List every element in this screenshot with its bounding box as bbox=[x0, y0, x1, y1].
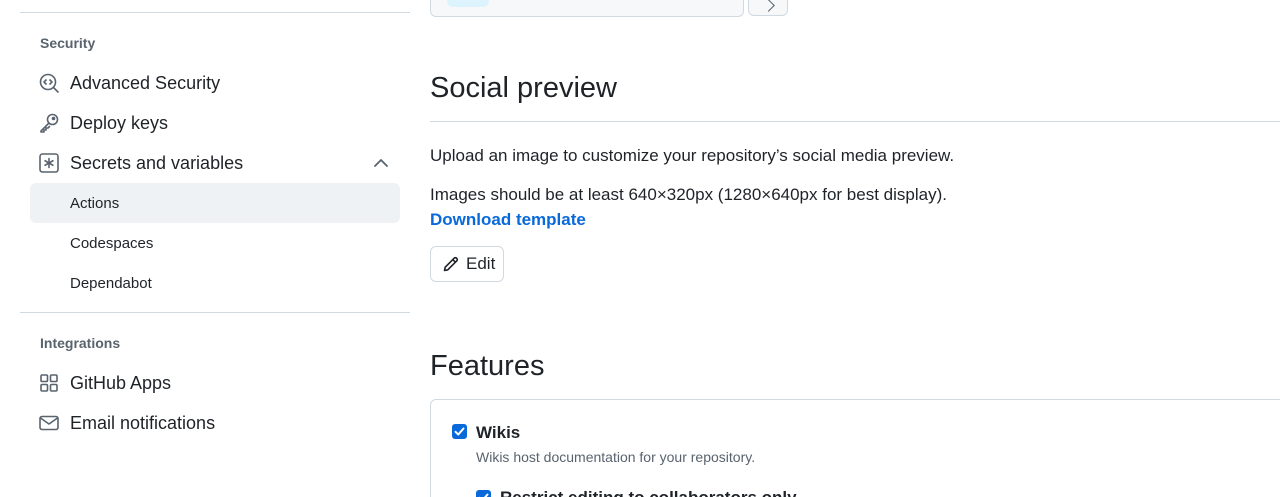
sidebar-item-label: Deploy keys bbox=[70, 112, 169, 133]
sidebar-subitem-dependabot[interactable]: Dependabot bbox=[30, 263, 400, 303]
section-heading-security: Security bbox=[40, 35, 96, 51]
sidebar-item-label: GitHub Apps bbox=[70, 372, 172, 393]
sidebar-item-advanced-security[interactable]: Advanced Security bbox=[30, 63, 400, 103]
settings-page: Security Advanced Security Deploy keys S… bbox=[0, 0, 1280, 497]
field-action-button[interactable] bbox=[748, 0, 788, 16]
sidebar-item-label: Secrets and variables bbox=[70, 152, 244, 173]
social-preview-size-hint: Images should be at least 640×320px (128… bbox=[430, 185, 947, 204]
feature-label: Wikis bbox=[476, 423, 521, 442]
asterisk-icon bbox=[38, 152, 60, 174]
settings-sidebar: Security Advanced Security Deploy keys S… bbox=[0, 0, 420, 497]
checkmark-icon bbox=[478, 493, 489, 497]
sidebar-item-deploy-keys[interactable]: Deploy keys bbox=[30, 103, 400, 143]
section-heading-integrations: Integrations bbox=[40, 335, 121, 351]
heading-divider bbox=[430, 121, 1280, 122]
restrict-editing-checkbox[interactable] bbox=[476, 490, 491, 497]
pencil-icon bbox=[442, 255, 460, 273]
sidebar-subitem-actions[interactable]: Actions bbox=[30, 183, 400, 223]
sidebar-item-label: Email notifications bbox=[70, 412, 216, 433]
social-preview-description: Upload an image to customize your reposi… bbox=[430, 146, 955, 165]
feature-label: Restrict editing to collaborators only bbox=[500, 488, 797, 497]
mail-icon bbox=[38, 412, 60, 434]
checkmark-icon bbox=[454, 427, 465, 436]
wikis-checkbox[interactable] bbox=[452, 424, 467, 439]
sidebar-divider bbox=[20, 12, 410, 13]
sidebar-subitem-label: Actions bbox=[70, 194, 120, 212]
features-box: Wikis Wikis host documentation for your … bbox=[430, 399, 1280, 497]
codescan-icon bbox=[38, 72, 60, 94]
repository-field[interactable] bbox=[430, 0, 744, 17]
download-template-link[interactable]: Download template bbox=[430, 210, 586, 230]
edit-button-label: Edit bbox=[466, 254, 496, 273]
sidebar-subitem-codespaces[interactable]: Codespaces bbox=[30, 223, 400, 263]
sidebar-item-secrets-and-variables[interactable]: Secrets and variables bbox=[30, 143, 400, 183]
features-heading: Features bbox=[430, 350, 545, 382]
key-icon bbox=[38, 112, 60, 134]
feature-description: Wikis host documentation for your reposi… bbox=[476, 449, 756, 465]
edit-button[interactable]: Edit bbox=[430, 246, 504, 282]
chevron-icon bbox=[762, 0, 775, 12]
sidebar-item-email-notifications[interactable]: Email notifications bbox=[30, 403, 400, 443]
sidebar-item-label: Advanced Security bbox=[70, 72, 221, 93]
sidebar-subitem-label: Dependabot bbox=[70, 274, 152, 292]
sidebar-divider bbox=[20, 312, 410, 313]
field-chip bbox=[447, 0, 489, 7]
sidebar-subitem-label: Codespaces bbox=[70, 234, 154, 252]
social-preview-heading: Social preview bbox=[430, 72, 617, 104]
sidebar-item-github-apps[interactable]: GitHub Apps bbox=[30, 363, 400, 403]
settings-main: Social preview Upload an image to custom… bbox=[430, 0, 1280, 497]
apps-icon bbox=[38, 372, 60, 394]
chevron-up-icon bbox=[372, 154, 390, 172]
